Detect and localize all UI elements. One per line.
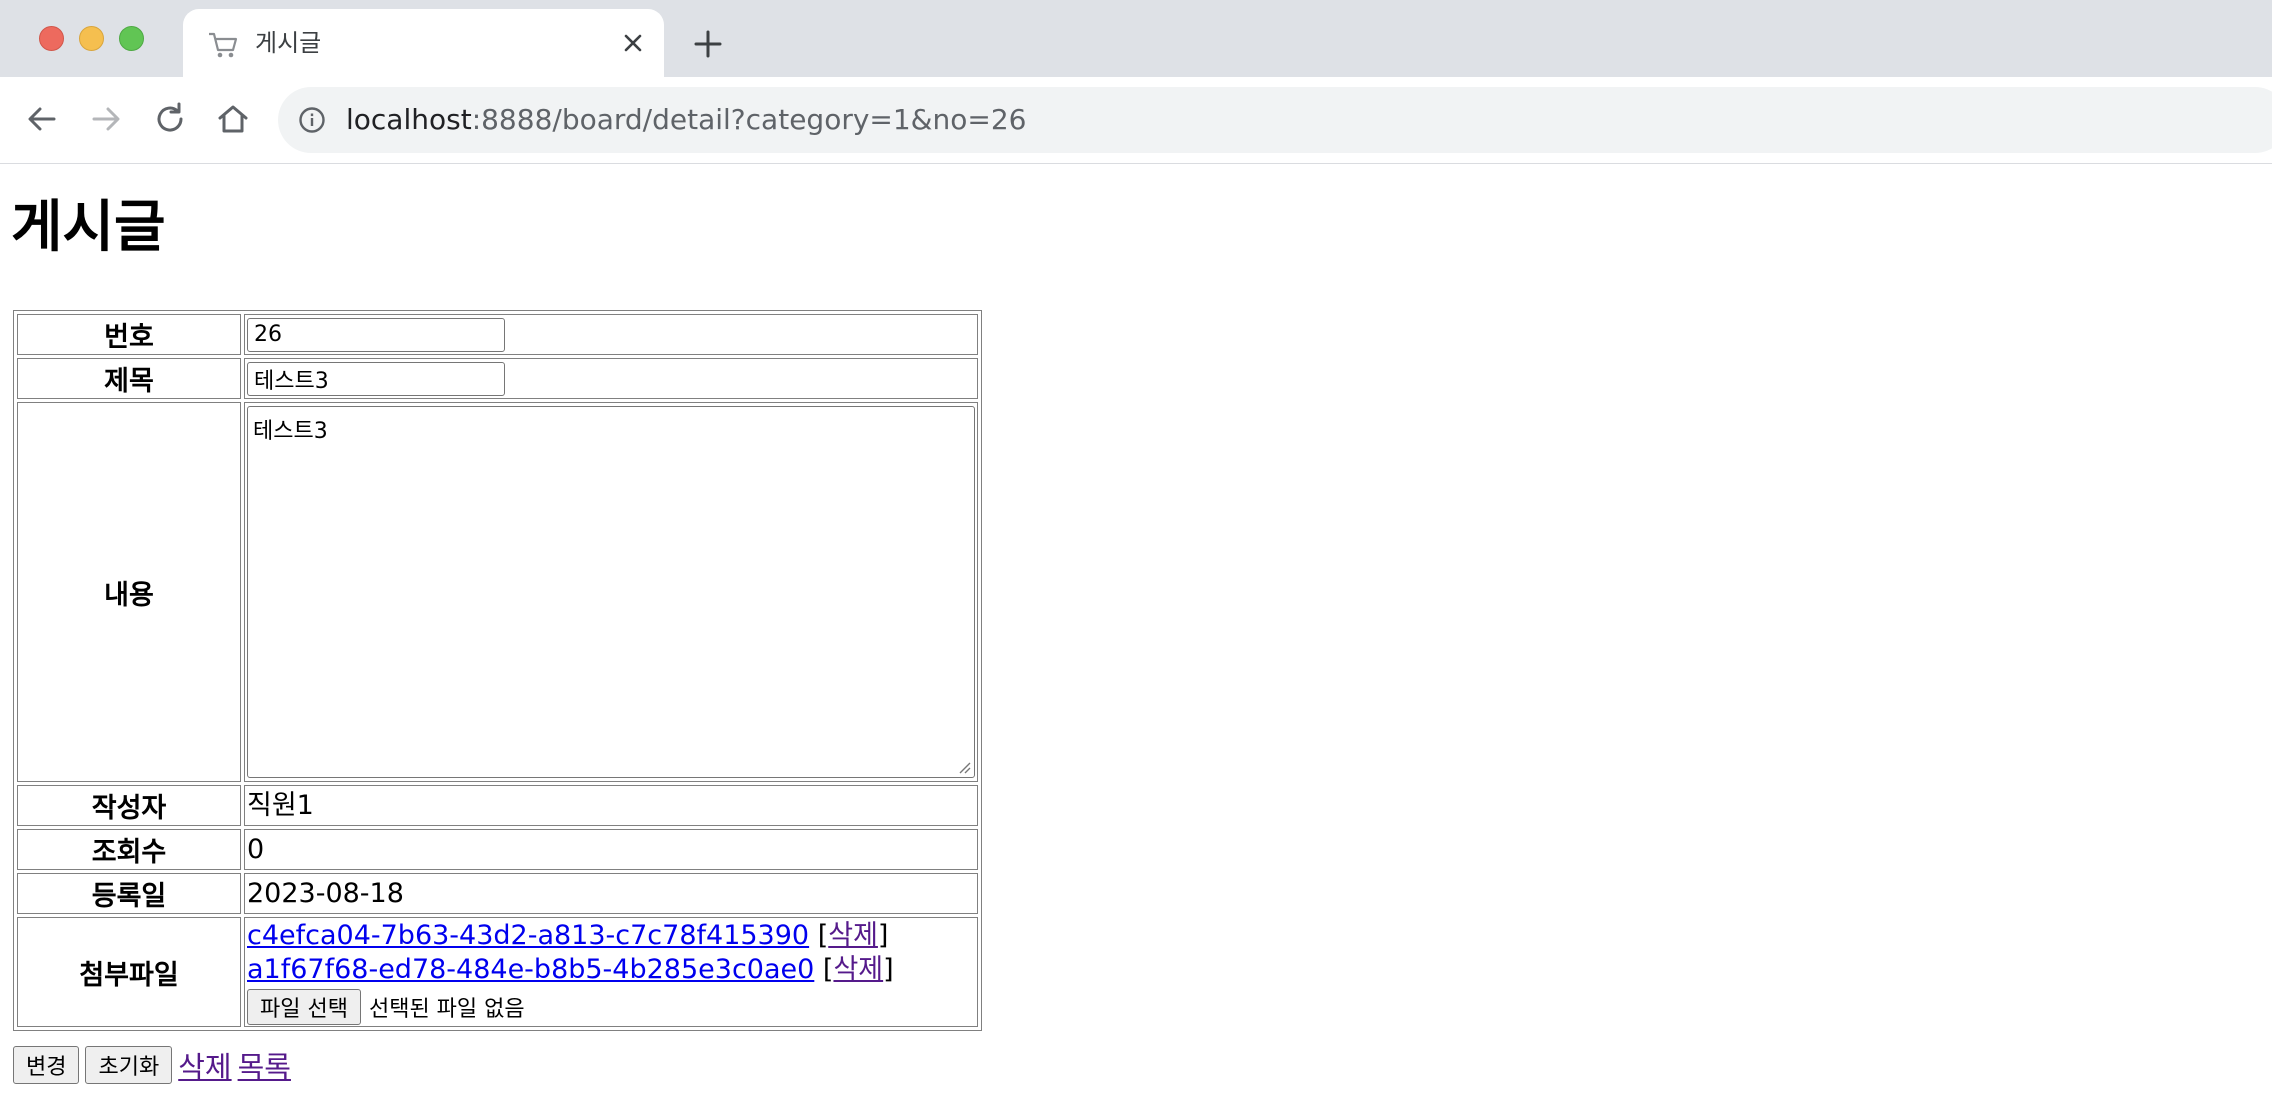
close-icon[interactable] [617, 27, 649, 59]
attachment-delete-link[interactable]: 삭제 [828, 920, 878, 951]
files-label: 첨부파일 [17, 917, 241, 1027]
writer-value: 직원1 [244, 785, 978, 826]
attachment-link[interactable]: c4efca04-7b63-43d2-a813-c7c78f415390 [247, 920, 809, 951]
file-status-text: 선택된 파일 없음 [368, 997, 525, 1022]
table-row: 등록일 2023-08-18 [17, 873, 978, 914]
window-minimize-button[interactable] [79, 26, 104, 51]
info-icon[interactable] [298, 106, 326, 134]
url-host: localhost [346, 103, 472, 136]
file-input: 파일 선택 선택된 파일 없음 [247, 989, 975, 1025]
views-label: 조회수 [17, 829, 241, 870]
content-cell: 테스트3 [244, 402, 978, 782]
views-value: 0 [244, 829, 978, 870]
page-title: 게시글 [11, 195, 166, 260]
table-row: 조회수 0 [17, 829, 978, 870]
date-label: 등록일 [17, 873, 241, 914]
table-row: 제목 테스트3 [17, 358, 978, 399]
reload-icon[interactable] [150, 99, 190, 139]
home-icon[interactable] [213, 99, 253, 139]
content-text: 테스트3 [253, 419, 328, 444]
url-text[interactable]: localhost:8888/board/detail?category=1&n… [346, 102, 1026, 138]
no-cell: 26 [244, 314, 978, 355]
bracket-open: [ [822, 954, 834, 985]
date-value: 2023-08-18 [244, 873, 978, 914]
browser-toolbar: localhost:8888/board/detail?category=1&n… [0, 77, 2272, 164]
arrow-right-icon[interactable] [86, 99, 126, 139]
plus-icon[interactable] [690, 26, 726, 62]
post-detail-table: 번호 26 제목 테스트3 내용 테스트3 작성자 직원1 조회수 0 등록일 … [13, 310, 982, 1031]
bracket-open: [ [817, 920, 829, 951]
browser-tab-bar: 게시글 [0, 0, 2272, 77]
no-input[interactable]: 26 [247, 317, 505, 352]
page-content: 게시글 번호 26 제목 테스트3 내용 테스트3 작성자 직원1 조회수 0 … [0, 164, 2272, 1102]
url-path: :8888/board/detail?category=1&no=26 [471, 103, 1027, 136]
files-cell: c4efca04-7b63-43d2-a813-c7c78f415390 [삭제… [244, 917, 978, 1027]
subject-label: 제목 [17, 358, 241, 399]
content-label: 내용 [17, 402, 241, 782]
bracket-close: ] [877, 920, 889, 951]
content-textarea[interactable]: 테스트3 [247, 406, 975, 778]
attachment-item: c4efca04-7b63-43d2-a813-c7c78f415390 [삭제… [247, 919, 975, 953]
table-row: 작성자 직원1 [17, 785, 978, 826]
reset-button[interactable]: 초기화 [85, 1046, 173, 1084]
browser-tab-active[interactable]: 게시글 [183, 9, 664, 77]
subject-cell: 테스트3 [244, 358, 978, 399]
bracket-close: ] [883, 954, 894, 985]
resize-handle-icon[interactable] [957, 760, 971, 774]
no-label: 번호 [17, 314, 241, 355]
address-bar[interactable]: localhost:8888/board/detail?category=1&n… [278, 87, 2272, 153]
attachment-item: a1f67f68-ed78-484e-b8b5-4b285e3c0ae0 [삭제… [247, 953, 975, 987]
update-button[interactable]: 변경 [13, 1046, 80, 1084]
table-row: 내용 테스트3 [17, 402, 978, 782]
window-close-button[interactable] [39, 26, 64, 51]
tab-title: 게시글 [255, 29, 322, 57]
table-row: 첨부파일 c4efca04-7b63-43d2-a813-c7c78f41539… [17, 917, 978, 1027]
arrow-left-icon[interactable] [22, 99, 62, 139]
shopping-cart-icon [209, 32, 238, 58]
choose-file-button[interactable]: 파일 선택 [247, 989, 361, 1025]
subject-input[interactable]: 테스트3 [247, 361, 505, 396]
attachment-delete-link[interactable]: 삭제 [833, 954, 883, 985]
window-zoom-button[interactable] [119, 26, 144, 51]
delete-link[interactable]: 삭제 [178, 1044, 231, 1086]
attachment-link[interactable]: a1f67f68-ed78-484e-b8b5-4b285e3c0ae0 [247, 954, 814, 985]
list-link[interactable]: 목록 [238, 1044, 291, 1086]
table-row: 번호 26 [17, 314, 978, 355]
form-actions: 변경 초기화 삭제 목록 [13, 1044, 291, 1086]
writer-label: 작성자 [17, 785, 241, 826]
